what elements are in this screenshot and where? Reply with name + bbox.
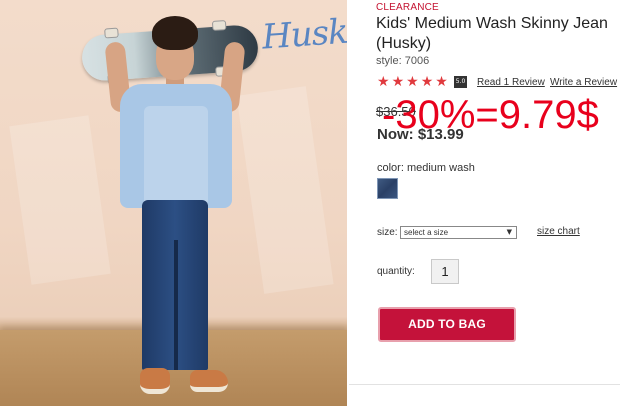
write-review-link[interactable]: Write a Review bbox=[550, 77, 617, 88]
add-to-bag-button[interactable]: ADD TO BAG bbox=[378, 307, 516, 342]
color-swatch-medium-wash[interactable] bbox=[377, 178, 398, 199]
rating-badge: 5.0 bbox=[454, 76, 467, 88]
model-jeans-seam bbox=[174, 240, 178, 370]
product-title: Kids' Medium Wash Skinny Jean (Husky) bbox=[376, 15, 608, 52]
discount-overlay: -30%=9.79$ bbox=[382, 93, 599, 137]
size-select-value: select a size bbox=[404, 228, 449, 237]
star-icon: ★ bbox=[420, 74, 434, 90]
read-reviews-link[interactable]: Read 1 Review bbox=[477, 77, 545, 88]
divider bbox=[349, 384, 620, 385]
clearance-badge: CLEARANCE bbox=[376, 2, 439, 13]
model-figure bbox=[90, 10, 260, 400]
brand-logo: Husky bbox=[260, 10, 347, 58]
style-number: style: 7006 bbox=[376, 55, 430, 67]
dropdown-arrow-icon: ▼ bbox=[506, 228, 512, 236]
star-icon: ★ bbox=[435, 74, 448, 90]
model-hair bbox=[152, 16, 198, 50]
product-image[interactable]: Husky bbox=[0, 0, 347, 406]
star-icon: ★ bbox=[377, 74, 390, 90]
color-label: color: medium wash bbox=[377, 162, 475, 174]
star-icon: ★ bbox=[406, 74, 419, 90]
size-label: size: bbox=[377, 227, 398, 238]
size-chart-link[interactable]: size chart bbox=[537, 226, 580, 237]
quantity-input[interactable]: 1 bbox=[431, 259, 459, 284]
rating-stars[interactable]: ★ ★ ★ ★ ★ bbox=[377, 75, 448, 89]
model-shoe bbox=[190, 370, 228, 392]
star-icon: ★ bbox=[391, 74, 405, 90]
quantity-label: quantity: bbox=[377, 266, 415, 277]
model-shirt-shade bbox=[144, 106, 208, 206]
model-shoe bbox=[140, 368, 170, 394]
size-select[interactable]: select a size ▼ bbox=[400, 226, 517, 239]
